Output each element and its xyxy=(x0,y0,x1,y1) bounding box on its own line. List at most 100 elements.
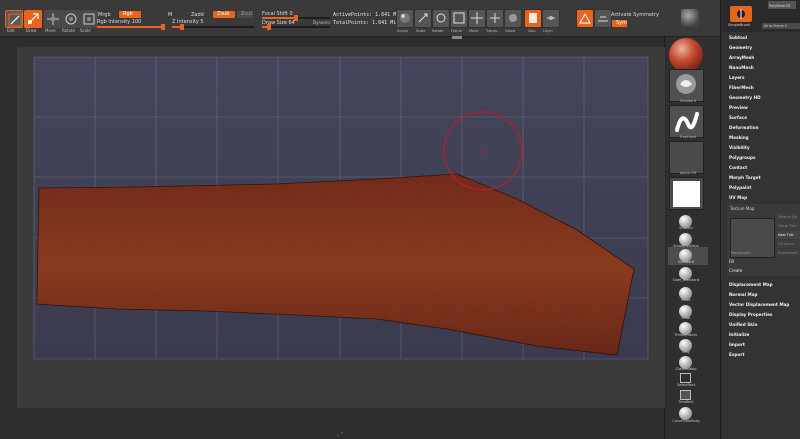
persp-toggle-icon[interactable] xyxy=(576,9,594,28)
trimrect-brush-icon[interactable] xyxy=(680,390,691,400)
brush-shelf: Standard FreeHand Alpha Off Smooth Smoot… xyxy=(666,37,720,439)
material-preview-icon[interactable] xyxy=(681,9,699,27)
freehand-stroke-icon[interactable] xyxy=(669,105,704,138)
menu-nanomesh[interactable]: NanoMesh xyxy=(729,65,754,70)
menu-import[interactable]: Import xyxy=(729,342,745,347)
activate-symmetry-label[interactable]: Activate Symmetry xyxy=(611,12,659,18)
menu-uv-map[interactable]: UV Map xyxy=(729,195,747,200)
tool-caption: Draw xyxy=(26,28,37,33)
menu-subtool[interactable]: Subtool xyxy=(729,35,747,40)
edit-icon[interactable] xyxy=(5,10,23,28)
fill-label[interactable]: Fill xyxy=(729,259,734,264)
lsym-icon[interactable] xyxy=(542,9,560,28)
texture-on-button[interactable]: Texture On xyxy=(776,213,800,221)
material-sphere-icon[interactable] xyxy=(669,38,703,72)
ghost-caption: Ghost xyxy=(505,29,516,33)
brush-caption: Inflat xyxy=(681,316,691,320)
ghost-icon[interactable] xyxy=(504,9,522,28)
selectrect-brush-icon[interactable] xyxy=(680,373,691,383)
tool-caption: Edit xyxy=(7,28,15,33)
menu-masking[interactable]: Masking xyxy=(729,135,749,140)
frame-icon[interactable] xyxy=(450,9,468,28)
menu-surface[interactable]: Surface xyxy=(729,115,747,120)
menu-export[interactable]: Export xyxy=(729,352,745,357)
white-texture-icon[interactable] xyxy=(669,177,704,210)
create-label[interactable]: Create xyxy=(729,268,742,273)
menu-fibermesh[interactable]: FiberMesh xyxy=(729,85,754,90)
zcut-button[interactable]: Zcut xyxy=(237,11,253,18)
clone-txtr-button[interactable]: Clone Txtr xyxy=(776,222,800,230)
brush-caption: Clay xyxy=(682,350,690,354)
viewport[interactable] xyxy=(17,47,665,408)
move-icon[interactable] xyxy=(44,10,62,28)
menu-preview[interactable]: Preview xyxy=(729,105,748,110)
simplebrush-icon[interactable] xyxy=(730,6,752,22)
draw-size-slider[interactable] xyxy=(262,24,330,30)
dynamic-button[interactable]: Dynamic xyxy=(313,20,331,25)
solo-icon[interactable] xyxy=(524,9,542,28)
move-view-caption: Move xyxy=(469,29,479,33)
focal-shift-slider[interactable] xyxy=(262,15,330,21)
menu-initialize[interactable]: Initialize xyxy=(729,332,749,337)
transp-icon[interactable] xyxy=(486,9,504,28)
sym-button[interactable]: Sym xyxy=(612,20,627,27)
brush-caption: Move xyxy=(681,298,691,302)
menu-visibility[interactable]: Visibility xyxy=(729,145,750,150)
draw-icon[interactable] xyxy=(24,10,42,28)
rotate-view-icon[interactable] xyxy=(432,9,450,28)
move-view-icon[interactable] xyxy=(468,9,486,28)
menu-geometry-hd[interactable]: Geometry HD xyxy=(729,95,761,100)
brush-caption: TrimRect xyxy=(678,400,694,404)
menu-morph-target[interactable]: Morph Target xyxy=(729,175,761,180)
menu-arraymesh[interactable]: ArrayMesh xyxy=(729,55,754,60)
brush-caption: Dam_Standard xyxy=(673,278,699,282)
bottom-scroll-handle[interactable]: ⌄⌃ xyxy=(320,432,360,438)
menu-normal-map[interactable]: Normal Map xyxy=(729,292,758,297)
menu-vector-displacement-map[interactable]: Vector Displacement Map xyxy=(729,302,789,307)
rgb-intensity-label: Rgb Intensity 100 xyxy=(97,19,142,25)
tool-palette-header: SimpleBrush PolyMesh3D All to Frame 0 xyxy=(721,0,800,32)
mrgb-toggle[interactable]: Mrgb xyxy=(98,12,111,18)
zadd-toggle[interactable]: Zadd xyxy=(191,12,204,18)
brush-caption: TrimDynamic xyxy=(674,333,698,337)
document-canvas[interactable] xyxy=(0,36,665,439)
tool-caption: Rotate xyxy=(62,28,76,33)
antialiased-button[interactable]: Antialiased xyxy=(776,249,800,257)
new-txtr-button[interactable]: New Txtr xyxy=(776,231,800,239)
transparent-label[interactable]: Transparent xyxy=(730,251,751,255)
rotate-view-caption: Rotate xyxy=(432,29,444,33)
texture-map-header[interactable]: Texture Map xyxy=(730,206,754,211)
polymesh-label: PolyMesh3D xyxy=(769,4,791,8)
standard-stroke-icon[interactable] xyxy=(669,69,704,102)
total-points-readout: TotalPoints: 1.641 Mil xyxy=(333,20,400,26)
brush-caption: CurveTubeSnap xyxy=(672,419,700,423)
rotate-icon[interactable] xyxy=(62,10,80,28)
shelf-caption: Standard xyxy=(680,99,696,103)
menu-polygroups[interactable]: Polygroups xyxy=(729,155,756,160)
zsub-button[interactable]: Zsub xyxy=(213,11,235,18)
brush-caption: ClayBuildup xyxy=(675,367,697,371)
brush-caption: SelectRect xyxy=(676,383,696,387)
z-intensity-slider[interactable] xyxy=(172,24,254,30)
z-intensity-label: Z Intensity 5 xyxy=(172,19,204,25)
menu-display-properties[interactable]: Display Properties xyxy=(729,312,772,317)
menu-layers[interactable]: Layers xyxy=(729,75,745,80)
menu-deformation[interactable]: Deformation xyxy=(729,125,759,130)
alpha-off-icon[interactable] xyxy=(669,141,704,174)
menu-geometry[interactable]: Geometry xyxy=(729,45,752,50)
all-on-frame-button[interactable]: All to Frame 0 xyxy=(762,23,800,29)
brush-caption: Smooth xyxy=(679,226,693,230)
rgb-intensity-slider[interactable] xyxy=(97,24,165,30)
scale-icon[interactable] xyxy=(80,10,98,28)
menu-unified-skin[interactable]: Unified Skin xyxy=(729,322,757,327)
menu-polypaint[interactable]: Polypaint xyxy=(729,185,751,190)
floor-icon[interactable] xyxy=(594,9,612,28)
scale-view-icon[interactable] xyxy=(414,9,432,28)
m-toggle[interactable]: M xyxy=(168,12,172,18)
sculpt-icon[interactable] xyxy=(396,9,414,28)
menu-displacement-map[interactable]: Displacement Map xyxy=(729,282,773,287)
canvas-scroll-handle[interactable] xyxy=(452,36,462,39)
menu-contact[interactable]: Contact xyxy=(729,165,747,170)
fix-seam-button[interactable]: Fix Seam xyxy=(776,240,800,248)
rgb-button[interactable]: Rgb xyxy=(119,11,141,18)
